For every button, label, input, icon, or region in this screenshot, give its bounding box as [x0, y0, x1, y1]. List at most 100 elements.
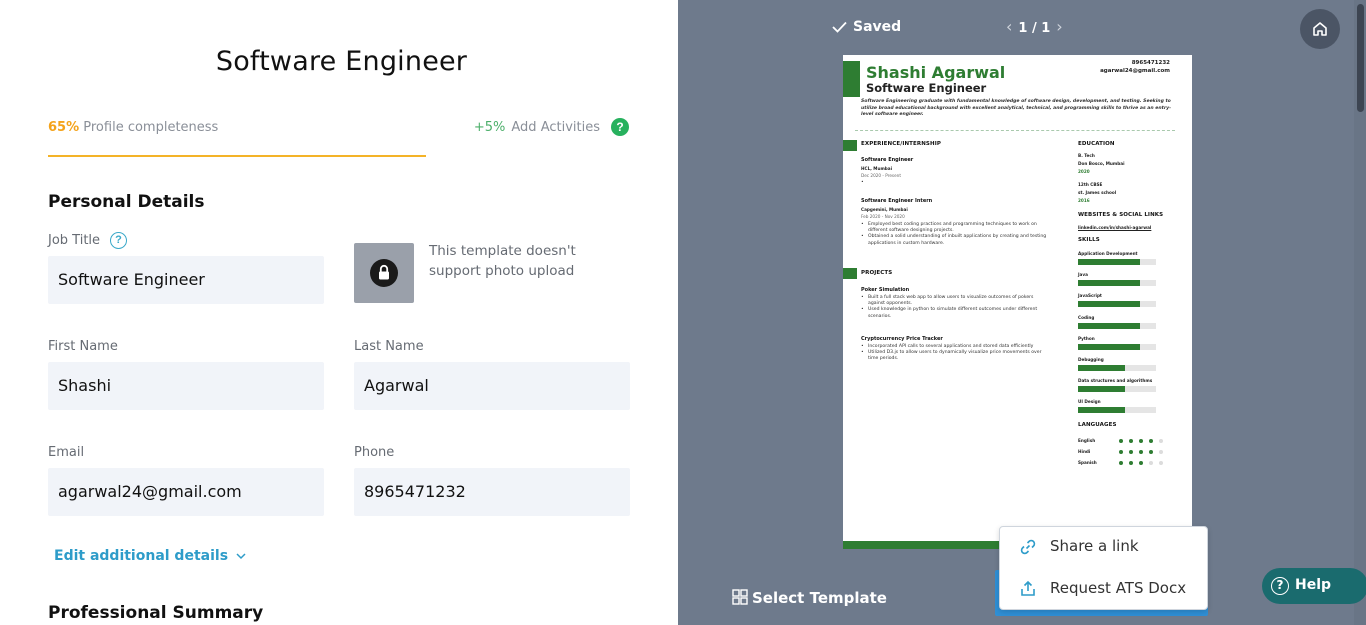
language-level-dot — [1139, 450, 1143, 454]
resume-role: Software Engineer — [866, 81, 987, 95]
request-ats-docx-label: Request ATS Docx — [1050, 579, 1187, 597]
edit-additional-details-link[interactable]: Edit additional details — [54, 548, 246, 564]
skill-name: Debugging — [1078, 357, 1104, 362]
education-school: st. James school — [1078, 190, 1117, 195]
project-bullet: Used knowledge in python to simulate dif… — [860, 307, 1050, 319]
personal-details-heading: Personal Details — [48, 192, 205, 212]
linkedin-link[interactable]: linkedin.com/in/shashi-agarwal — [1078, 225, 1151, 230]
job-company: Capgemini, Mumbai — [861, 207, 908, 212]
resume-email: agarwal24@gmail.com — [1100, 68, 1170, 74]
add-activities-percent: +5% — [473, 120, 506, 135]
home-button[interactable] — [1300, 9, 1340, 49]
preview-scrollbar-thumb[interactable] — [1357, 4, 1364, 112]
preview-pane: Saved ‹ 1 / 1 › Shashi Agarwal Software En… — [678, 0, 1366, 625]
job-title-label: Job Title — [48, 233, 101, 248]
skill-bar-fill — [1078, 386, 1125, 393]
resume-summary: Software Engineering graduate with funda… — [861, 99, 1172, 118]
project-bullet: Utilized D3.js to allow users to dynamic… — [860, 350, 1050, 362]
projects-heading: PROJECTS — [861, 270, 893, 276]
skill-name: Data structures and algorithms — [1078, 378, 1153, 384]
language-level-dot — [1149, 461, 1153, 465]
language-level-dot — [1129, 439, 1133, 443]
help-label: Help — [1295, 577, 1332, 593]
resume-divider — [855, 130, 1175, 131]
language-level-dot — [1159, 461, 1163, 465]
last-name-input[interactable]: Agarwal — [354, 362, 630, 410]
phone-input[interactable]: 8965471232 — [354, 468, 630, 516]
skill-bar — [1078, 407, 1156, 414]
job-company: HCL, Mumbai — [861, 166, 893, 171]
help-question-icon[interactable]: ? — [611, 118, 629, 136]
chevron-down-icon — [236, 553, 246, 560]
resume-phone: 8965471232 — [1131, 60, 1170, 66]
language-name: English — [1078, 438, 1096, 443]
education-heading: EDUCATION — [1078, 141, 1115, 147]
prev-page-icon[interactable]: ‹ — [1006, 17, 1012, 36]
request-ats-docx-menu-item[interactable]: Request ATS Docx — [1000, 569, 1209, 609]
document-title[interactable]: Software Engineer — [0, 46, 678, 77]
education-school: Don Bosco, Mumbai — [1078, 161, 1125, 166]
languages-heading: LANGUAGES — [1078, 422, 1117, 428]
skill-name: Java — [1078, 272, 1088, 278]
last-name-label: Last Name — [354, 339, 424, 354]
language-level-dot — [1149, 439, 1153, 443]
resume-name: Shashi Agarwal — [866, 63, 1006, 82]
info-icon[interactable]: ? — [110, 232, 127, 249]
select-template-label: Select Template — [752, 589, 887, 607]
add-activities-link[interactable]: +5% Add Activities — [474, 120, 600, 135]
language-level-dot — [1119, 439, 1123, 443]
skill-bar — [1078, 386, 1156, 393]
grid-icon — [732, 589, 748, 605]
saved-label: Saved — [853, 19, 902, 35]
help-button[interactable]: ? Help — [1262, 568, 1366, 604]
projects-section-mark — [843, 268, 857, 279]
language-level-dot — [1149, 450, 1153, 454]
education-year: 2020 — [1078, 169, 1090, 174]
skill-bar-fill — [1078, 407, 1125, 414]
completeness-progress-bar — [48, 155, 426, 157]
language-level-dot — [1159, 439, 1163, 443]
email-input[interactable]: agarwal24@gmail.com — [48, 468, 324, 516]
language-name: Spanish — [1078, 460, 1097, 465]
help-icon: ? — [1271, 577, 1289, 595]
upload-icon — [1021, 580, 1035, 596]
job-title: Software Engineer — [861, 157, 914, 163]
photo-unsupported-note: This template doesn't support photo uplo… — [429, 243, 576, 279]
job-bullet: Employed best coding practices and progr… — [860, 222, 1050, 234]
experience-heading: EXPERIENCE/INTERNSHIP — [861, 141, 941, 147]
completeness-label: Profile completeness — [83, 120, 219, 135]
job-title-input[interactable]: Software Engineer — [48, 256, 324, 304]
skill-bar — [1078, 365, 1156, 371]
project-bullets: Incorporated API calls to several applic… — [860, 344, 1050, 363]
education-degree: 12th CBSE — [1078, 182, 1103, 187]
editor-pane: Software Engineer 65% Profile completene… — [0, 0, 678, 625]
job-title: Software Engineer Intern — [861, 198, 933, 204]
job-dates: Dec 2020 - Present — [861, 173, 901, 178]
completeness-percent: 65% — [48, 120, 80, 135]
first-name-input[interactable]: Shashi — [48, 362, 324, 410]
skill-name: Python — [1078, 335, 1095, 341]
select-template-button[interactable]: Select Template — [732, 589, 887, 607]
lock-icon — [370, 259, 398, 287]
resume-header-accent — [843, 61, 860, 97]
skill-bar — [1078, 322, 1156, 329]
share-link-menu-item[interactable]: Share a link — [1000, 527, 1209, 567]
skill-bar — [1078, 343, 1156, 350]
checkmark-icon — [832, 21, 847, 33]
language-level-dot — [1129, 450, 1133, 454]
skill-name: JavaScript — [1078, 293, 1102, 299]
language-level-dot — [1119, 450, 1123, 454]
project-bullet: Built a full stack web app to allow user… — [860, 295, 1050, 307]
skill-bar-fill — [1078, 259, 1141, 265]
language-level-dot — [1159, 450, 1163, 454]
skill-bar-fill — [1078, 301, 1141, 308]
home-icon — [1313, 22, 1327, 36]
page-navigator: ‹ 1 / 1 › — [1000, 17, 1069, 36]
first-name-label: First Name — [48, 339, 118, 354]
language-level-dot — [1139, 461, 1143, 465]
language-level-dot — [1139, 439, 1143, 443]
link-icon — [1020, 539, 1036, 555]
skill-bar — [1078, 259, 1156, 265]
next-page-icon[interactable]: › — [1056, 17, 1062, 36]
add-activities-label: Add Activities — [511, 120, 600, 135]
